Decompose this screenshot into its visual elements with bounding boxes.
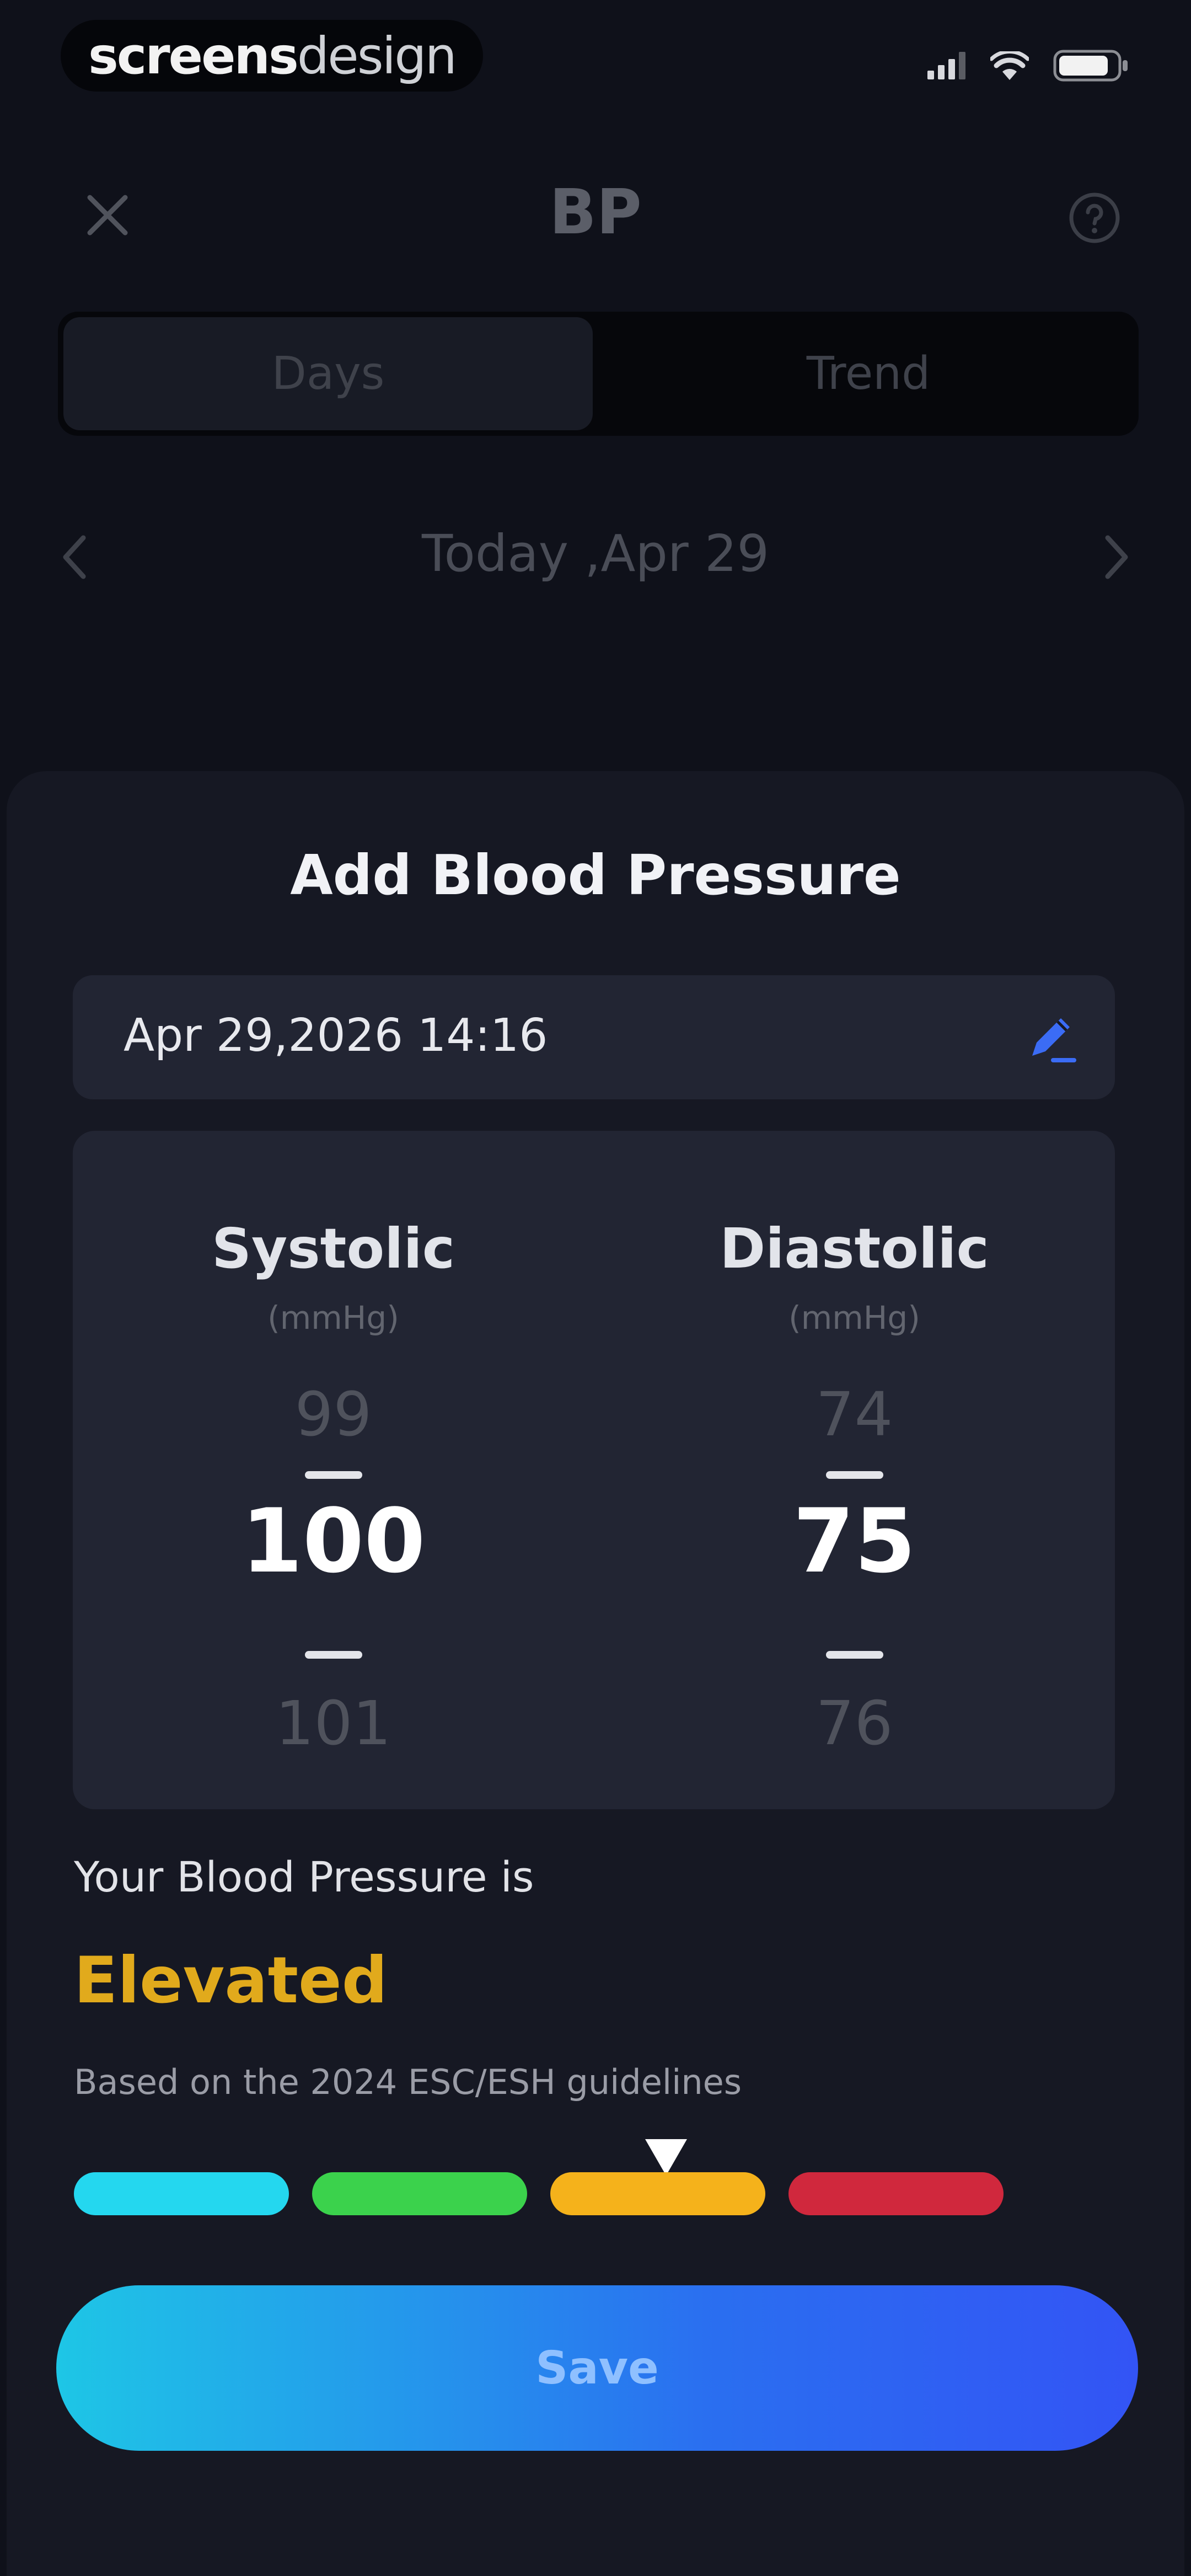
scale-segment-3	[550, 2172, 765, 2215]
systolic-unit: (mmHg)	[267, 1299, 399, 1337]
diastolic-selection-line-top	[825, 1471, 883, 1479]
result-label: Your Blood Pressure is	[74, 1852, 534, 1901]
sheet-title: Add Blood Pressure	[290, 843, 901, 907]
result-basis: Based on the 2024 ESC/ESH guidelines	[74, 2062, 742, 2102]
brand-text-light: design	[297, 26, 457, 85]
result-status: Elevated	[74, 1943, 388, 2018]
systolic-previous-value[interactable]: 99	[73, 1379, 594, 1450]
page-title: BP	[549, 177, 642, 248]
brand-text-bold: screens	[88, 26, 299, 85]
diastolic-picker[interactable]: Diastolic (mmHg) 74 75 76	[594, 1131, 1115, 1809]
tab-days[interactable]: Days	[63, 317, 593, 430]
add-blood-pressure-sheet: Add Blood Pressure Apr 29,2026 14:16 Sys…	[7, 771, 1184, 2576]
scale-segment-4	[788, 2172, 1004, 2215]
status-bar: screens design	[0, 0, 1191, 110]
datetime-value: Apr 29,2026 14:16	[124, 1009, 548, 1062]
tab-trend[interactable]: Trend	[604, 317, 1133, 430]
scale-marker-icon	[645, 2139, 687, 2176]
diastolic-unit: (mmHg)	[788, 1299, 920, 1337]
wifi-icon	[990, 51, 1029, 80]
edit-datetime-button[interactable]	[1018, 1006, 1082, 1069]
systolic-selection-line-top	[304, 1471, 362, 1479]
systolic-picker[interactable]: Systolic (mmHg) 99 100 101	[73, 1131, 594, 1809]
signal-icon	[927, 52, 965, 79]
battery-icon	[1053, 50, 1128, 82]
diastolic-selection-line-bottom	[825, 1651, 883, 1659]
brand-watermark: screens design	[61, 20, 483, 92]
scale-segment-1	[74, 2172, 289, 2215]
datetime-field[interactable]: Apr 29,2026 14:16	[73, 975, 1115, 1099]
chevron-right-icon	[1105, 535, 1128, 579]
next-day-button[interactable]	[1086, 527, 1147, 587]
view-segmented-control: Days Trend	[58, 312, 1139, 436]
pencil-icon	[1032, 1018, 1076, 1062]
scale-segment-2	[312, 2172, 527, 2215]
systolic-selection-line-bottom	[304, 1651, 362, 1659]
blood-pressure-picker: Systolic (mmHg) 99 100 101 Diastolic (mm…	[73, 1131, 1115, 1809]
diastolic-current-value[interactable]: 75	[594, 1489, 1115, 1592]
status-icons	[927, 50, 1130, 82]
systolic-current-value[interactable]: 100	[73, 1489, 594, 1592]
category-scale	[74, 2139, 1011, 2216]
diastolic-previous-value[interactable]: 74	[594, 1379, 1115, 1450]
diastolic-next-value[interactable]: 76	[594, 1688, 1115, 1759]
systolic-next-value[interactable]: 101	[73, 1688, 594, 1759]
diastolic-label: Diastolic	[720, 1216, 989, 1281]
save-button[interactable]: Save	[56, 2285, 1138, 2451]
top-bar: BP	[0, 160, 1191, 270]
help-icon	[1069, 193, 1120, 243]
systolic-label: Systolic	[211, 1216, 455, 1281]
date-navigator: Today ,Apr 29	[0, 496, 1191, 618]
current-date-label: Today ,Apr 29	[421, 524, 770, 583]
help-button[interactable]	[1064, 188, 1125, 248]
